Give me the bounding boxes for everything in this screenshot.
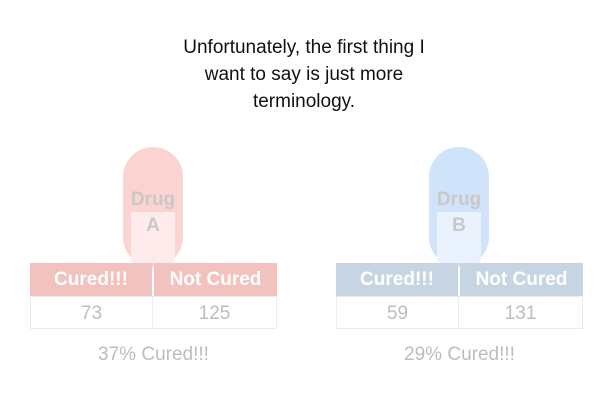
drug-a-pill-label: Drug A bbox=[130, 189, 176, 236]
drug-a-cured-header: Cured!!! bbox=[30, 263, 152, 296]
drug-b-pill-label: Drug B bbox=[436, 189, 482, 236]
caption-line: Unfortunately, the first thing I bbox=[183, 37, 425, 58]
caption-line: want to say is just more bbox=[204, 64, 404, 85]
drug-b-cured-percent: 29% Cured!!! bbox=[404, 344, 515, 365]
drug-a-not-cured-header: Not Cured bbox=[154, 263, 277, 296]
drug-a-cured-percent: 37% Cured!!! bbox=[98, 344, 209, 365]
drug-b-cured-header: Cured!!! bbox=[336, 263, 458, 296]
slide-caption: Unfortunately, the first thing I want to… bbox=[104, 34, 504, 115]
drug-b-cured-count: 59 bbox=[336, 296, 459, 329]
caption-line: terminology. bbox=[252, 91, 356, 112]
drug-a-cured-count: 73 bbox=[30, 296, 153, 329]
drug-a-not-cured-count: 125 bbox=[152, 296, 277, 329]
drug-b-not-cured-header: Not Cured bbox=[460, 263, 583, 296]
drug-b-not-cured-count: 131 bbox=[458, 296, 583, 329]
